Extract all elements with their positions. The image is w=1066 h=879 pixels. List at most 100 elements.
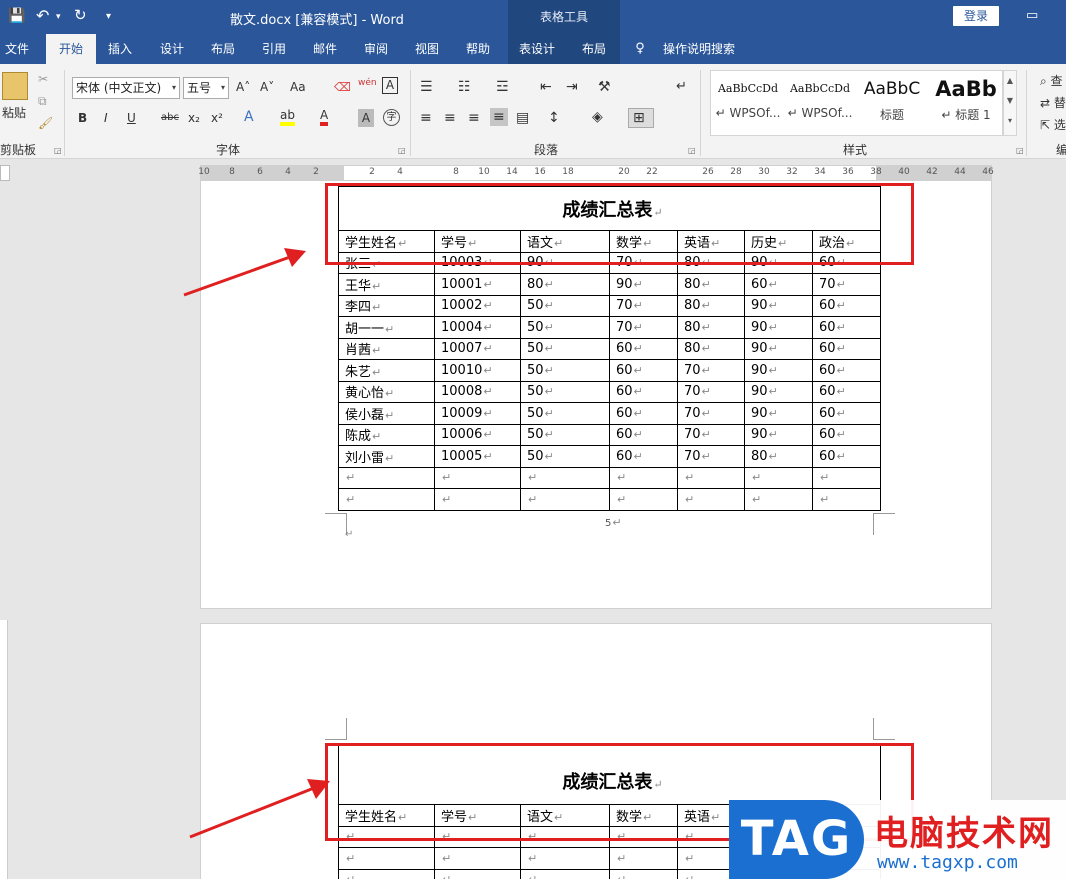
borders-icon[interactable]: ⊞ xyxy=(628,108,654,128)
table-cell[interactable]: 50↵ xyxy=(520,316,610,339)
table-cell[interactable]: 60↵ xyxy=(609,380,678,403)
replace-button[interactable]: ⇄ 替 xyxy=(1040,94,1066,112)
paragraph-launcher-icon[interactable]: ◲ xyxy=(688,146,696,155)
tab-file[interactable]: 文件 xyxy=(0,34,34,64)
table-cell[interactable]: 朱艺↵ xyxy=(338,359,435,382)
tab-selector[interactable] xyxy=(0,165,10,181)
horizontal-ruler[interactable]: 10 8 6 4 2 2 4 8 10 14 16 18 20 22 26 28 30 32 34 36 38 40 42 4… xyxy=(198,165,994,181)
table-cell[interactable]: ↵ xyxy=(677,488,745,511)
table-cell[interactable]: ↵ xyxy=(520,488,610,511)
increase-indent-icon[interactable]: ⇥ xyxy=(566,78,578,96)
table-cell[interactable]: 70↵ xyxy=(677,402,745,425)
line-spacing-icon[interactable]: ↕ xyxy=(548,109,560,127)
customize-toolbar-icon[interactable]: ▾ xyxy=(106,11,111,22)
character-border-button[interactable]: A xyxy=(382,77,398,94)
tab-insert[interactable]: 插入 xyxy=(100,34,140,64)
table-cell[interactable]: ↵ xyxy=(609,868,678,879)
subscript-button[interactable]: x₂ xyxy=(188,109,200,127)
font-color-button[interactable]: A xyxy=(320,108,329,126)
table-cell[interactable]: 60↵ xyxy=(811,359,882,382)
enclose-characters-button[interactable]: 字 xyxy=(383,109,400,126)
align-center-icon[interactable]: ≡ xyxy=(444,109,456,127)
table-cell[interactable]: 60↵ xyxy=(811,402,882,425)
styles-scroll[interactable]: ▲ ▼ ▾ xyxy=(1003,70,1017,136)
bullets-icon[interactable]: ☰ xyxy=(420,78,433,96)
tab-references[interactable]: 引用 xyxy=(254,34,294,64)
table-cell[interactable]: 80↵ xyxy=(677,294,745,317)
table-cell[interactable]: 50↵ xyxy=(520,445,610,468)
table-cell[interactable]: 肖茜↵ xyxy=(338,337,435,360)
table-cell[interactable]: 80↵ xyxy=(677,337,745,360)
underline-button[interactable]: U xyxy=(127,109,136,127)
table-cell[interactable]: 60↵ xyxy=(609,423,678,446)
text-effects-button[interactable]: A xyxy=(244,108,254,126)
table-cell[interactable]: 70↵ xyxy=(677,445,745,468)
table-cell[interactable]: ↵ xyxy=(338,488,435,511)
table-cell[interactable]: 60↵ xyxy=(811,380,882,403)
login-button[interactable]: 登录 xyxy=(953,6,999,26)
distributed-icon[interactable]: ▤ xyxy=(516,109,529,127)
bold-button[interactable]: B xyxy=(78,109,87,127)
font-launcher-icon[interactable]: ◲ xyxy=(398,146,406,155)
save-icon[interactable]: 💾 xyxy=(8,8,25,24)
change-case-button[interactable]: Aa xyxy=(290,78,306,96)
cut-icon[interactable]: ✂ xyxy=(38,70,48,88)
table-cell[interactable]: 60↵ xyxy=(609,402,678,425)
tell-me-search[interactable]: 操作说明搜索 xyxy=(658,34,740,64)
table-cell[interactable]: 陈成↵ xyxy=(338,423,435,446)
table-cell[interactable]: 60↵ xyxy=(811,445,882,468)
table-cell[interactable]: 70↵ xyxy=(609,294,678,317)
table-cell[interactable]: 60↵ xyxy=(609,359,678,382)
vertical-ruler[interactable] xyxy=(0,620,8,879)
table-cell[interactable]: 黄心怡↵ xyxy=(338,380,435,403)
table-cell[interactable]: ↵ xyxy=(609,466,678,489)
clear-format-icon[interactable]: ⌫ xyxy=(334,78,351,96)
shading-icon[interactable]: ◈ xyxy=(592,108,603,126)
table-cell[interactable]: 60↵ xyxy=(609,337,678,360)
copy-icon[interactable]: ⧉ xyxy=(38,92,47,110)
table-cell[interactable]: ↵ xyxy=(744,466,813,489)
table-cell[interactable]: 10009↵ xyxy=(434,402,521,425)
tab-review[interactable]: 审阅 xyxy=(356,34,396,64)
select-button[interactable]: ⇱ 选 xyxy=(1040,116,1066,134)
table-cell[interactable]: 90↵ xyxy=(744,402,813,425)
style-wpsoffice-2[interactable]: AaBbCcDd ↵ WPSOf... xyxy=(784,72,856,132)
grow-font-button[interactable]: A˄ xyxy=(236,78,250,96)
table-cell[interactable]: ↵ xyxy=(744,488,813,511)
tab-table-layout[interactable]: 布局 xyxy=(574,34,614,64)
table-cell[interactable]: 60↵ xyxy=(811,316,882,339)
table-cell[interactable]: 70↵ xyxy=(677,423,745,446)
paste-icon[interactable] xyxy=(2,72,28,100)
table-cell[interactable]: 90↵ xyxy=(609,273,678,296)
multilevel-list-icon[interactable]: ☲ xyxy=(496,78,509,96)
table-cell[interactable]: 10007↵ xyxy=(434,337,521,360)
table-cell[interactable]: ↵ xyxy=(609,847,678,870)
tab-help[interactable]: 帮助 xyxy=(458,34,498,64)
clipboard-launcher-icon[interactable]: ◲ xyxy=(54,146,62,155)
table-cell[interactable]: 胡一一↵ xyxy=(338,316,435,339)
tab-view[interactable]: 视图 xyxy=(407,34,447,64)
format-painter-icon[interactable]: 🖌 xyxy=(38,114,53,132)
font-size-select[interactable]: 五号 ▾ xyxy=(183,77,229,99)
font-name-select[interactable]: 宋体 (中文正文) ▾ xyxy=(72,77,180,99)
table-cell[interactable]: 90↵ xyxy=(744,294,813,317)
table-cell[interactable]: ↵ xyxy=(434,847,521,870)
table-cell[interactable]: 10005↵ xyxy=(434,445,521,468)
table-cell[interactable]: 60↵ xyxy=(811,423,882,446)
table-cell[interactable]: 80↵ xyxy=(520,273,610,296)
table-cell[interactable]: 10004↵ xyxy=(434,316,521,339)
table-cell[interactable]: 60↵ xyxy=(811,294,882,317)
shrink-font-button[interactable]: A˅ xyxy=(260,78,274,96)
table-cell[interactable]: 王华↵ xyxy=(338,273,435,296)
table-cell[interactable]: 50↵ xyxy=(520,380,610,403)
table-cell[interactable]: 50↵ xyxy=(520,359,610,382)
numbering-icon[interactable]: ☷ xyxy=(458,78,471,96)
table-cell[interactable]: 90↵ xyxy=(744,337,813,360)
undo-icon[interactable]: ↶ xyxy=(36,6,49,25)
align-left-icon[interactable]: ≡ xyxy=(420,109,432,127)
justify-icon[interactable]: ≡ xyxy=(490,108,508,126)
table-cell[interactable]: 10010↵ xyxy=(434,359,521,382)
paste-button[interactable]: 粘贴 xyxy=(2,104,26,122)
table-cell[interactable]: 50↵ xyxy=(520,402,610,425)
table-cell[interactable]: 10002↵ xyxy=(434,294,521,317)
